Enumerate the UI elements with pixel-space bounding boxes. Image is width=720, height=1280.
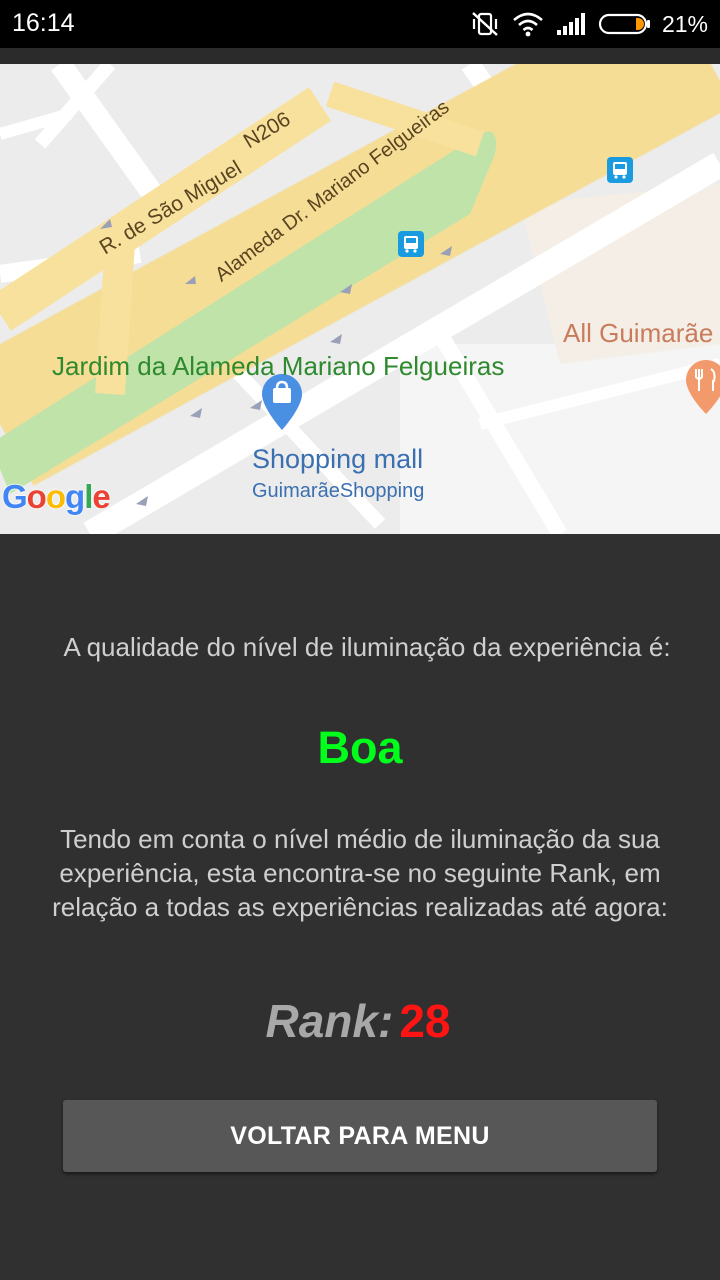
status-bar: 16:14 21% — [0, 0, 720, 48]
quality-label: A qualidade do nível de iluminação da ex… — [63, 632, 671, 662]
back-to-menu-button[interactable]: VOLTAR PARA MENU — [63, 1100, 657, 1172]
rank-label: Rank: — [265, 995, 394, 1047]
bus-stop-icon[interactable] — [607, 157, 633, 183]
park-label: Jardim da Alameda Mariano Felgueiras — [52, 350, 504, 383]
quality-value: Boa — [317, 722, 403, 773]
rank-description: Tendo em conta o nível médio de iluminaç… — [52, 824, 668, 922]
wifi-icon — [513, 12, 543, 37]
poi-subtitle: GuimarãeShopping — [252, 480, 425, 502]
signal-icon — [556, 13, 585, 35]
poi-name: Shopping mall — [252, 444, 424, 474]
google-logo: Google — [2, 478, 111, 515]
battery-icon — [598, 13, 650, 35]
rank-row: Rank: 28 — [0, 994, 716, 1048]
restaurant-pin-icon[interactable] — [686, 360, 720, 414]
map-view[interactable]: Jardim da Alameda Mariano Felgueiras R. … — [0, 64, 720, 534]
place-label: All Guimarãe — [563, 318, 714, 348]
result-panel: A qualidade do nível de iluminação da ex… — [0, 534, 720, 1280]
status-time: 16:14 — [12, 9, 75, 37]
battery-percent: 21% — [661, 10, 708, 37]
rank-value: 28 — [399, 995, 451, 1047]
shopping-bag-pin-icon[interactable] — [262, 374, 302, 430]
vibrate-off-icon — [472, 12, 498, 36]
divider-strip — [0, 48, 720, 64]
status-icons: 21% — [470, 8, 708, 40]
bus-stop-icon[interactable] — [398, 231, 424, 257]
